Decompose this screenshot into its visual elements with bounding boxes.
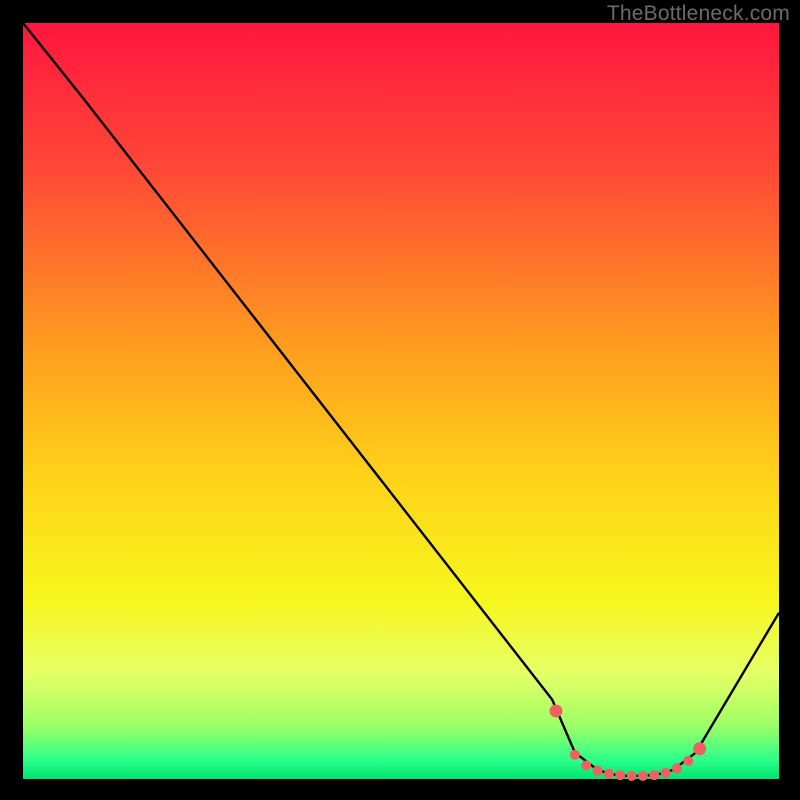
highlight-dot bbox=[649, 770, 659, 780]
highlight-dot bbox=[638, 771, 648, 781]
chart-stage: TheBottleneck.com bbox=[0, 0, 800, 800]
highlight-dot bbox=[683, 756, 693, 766]
gradient-background bbox=[23, 23, 779, 779]
watermark-text: TheBottleneck.com bbox=[607, 2, 790, 26]
highlight-dot bbox=[593, 766, 603, 776]
highlight-dot bbox=[661, 768, 671, 778]
highlight-dot bbox=[549, 704, 562, 717]
bottleneck-chart bbox=[0, 0, 800, 800]
highlight-dot bbox=[693, 742, 706, 755]
highlight-dot bbox=[627, 771, 637, 781]
highlight-dot bbox=[581, 760, 591, 770]
highlight-dot bbox=[672, 763, 682, 773]
highlight-dot bbox=[604, 769, 614, 779]
highlight-dot bbox=[570, 750, 580, 760]
highlight-dot bbox=[615, 770, 625, 780]
